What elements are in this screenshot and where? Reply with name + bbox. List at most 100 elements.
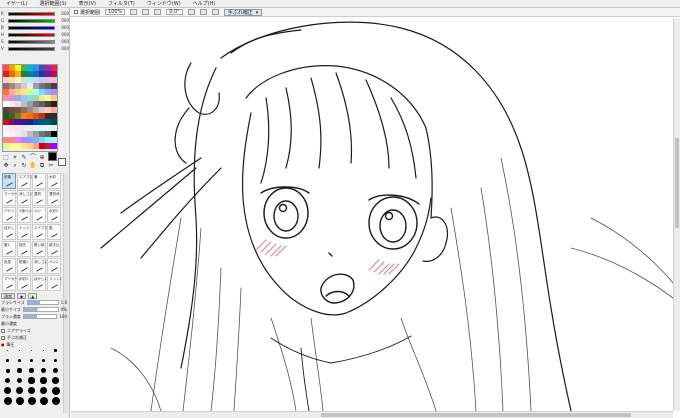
color-slider[interactable] [8,18,55,23]
brush-size-preset[interactable] [26,396,37,405]
shape-button[interactable]: ◆ [17,292,27,299]
brush-slot[interactable]: エアブラシ [32,224,51,240]
brush-size-preset[interactable] [38,346,49,355]
drawing-canvas[interactable] [71,18,673,411]
brush-size-preset[interactable] [38,386,49,395]
brush-size-preset[interactable] [26,366,37,375]
brush-slot[interactable]: ペン2 [47,258,61,274]
brush-size-preset[interactable] [26,376,37,385]
brush-slot[interactable]: 選択消 [47,190,61,206]
rotation-field[interactable]: 0.0° [166,9,183,15]
brush-size-preset[interactable] [50,386,61,395]
menu-item[interactable]: イヤー(L) [0,0,34,7]
density-slider[interactable] [22,314,58,319]
stabilizer-dropdown[interactable]: 手ぶれ補正 ▾ [223,8,263,16]
menu-item[interactable]: ウィンドウ(W) [141,0,187,7]
brush-size-preset[interactable] [14,386,25,395]
tool-icon[interactable]: ✂ [47,162,55,169]
brush-slot[interactable]: マーカー2 [2,275,20,291]
rotate-left-button[interactable] [187,9,195,15]
shape-button-2[interactable]: ▲ [28,292,38,299]
tool-icon[interactable]: ⌕ [11,162,19,169]
brush-size-preset[interactable] [2,386,13,395]
brush-size-preset[interactable] [38,396,49,405]
brush-slot[interactable]: 筆2 [2,241,16,257]
brush-size-preset[interactable] [2,396,13,405]
selection-checkbox[interactable] [74,10,78,14]
stabilizer-checkbox[interactable] [1,335,5,340]
brush-slot[interactable]: 選択 [32,190,46,206]
brush-slot[interactable]: 2値ペン [17,207,32,223]
brush-size-preset[interactable] [2,356,13,365]
brush-size-preset[interactable] [2,366,13,375]
zoom-out-button[interactable] [130,9,138,15]
brush-slot[interactable]: 水彩 [47,173,61,189]
brush-size-preset[interactable] [26,386,37,395]
brush-size-preset[interactable] [14,366,25,375]
background-color[interactable] [58,158,66,166]
brush-slot[interactable]: 鉛筆2 [17,258,31,274]
foreground-color[interactable] [48,152,57,161]
brush-size-preset[interactable] [50,396,61,405]
vertical-scrollbar[interactable] [673,18,680,411]
brush-size-preset[interactable] [14,346,25,355]
horizontal-scroll-thumb[interactable] [321,413,631,417]
brush-size-preset[interactable] [14,396,25,405]
tool-icon[interactable]: ⌖ [11,154,19,161]
tool-icon[interactable]: ⊕ [38,154,46,161]
zoom-field[interactable]: 100% [105,9,126,15]
menu-item[interactable]: フィルタ(T) [102,0,141,7]
brush-slot[interactable]: バケツ [2,207,16,223]
flip-button[interactable] [211,9,219,15]
antialias-checkbox[interactable] [1,328,5,333]
color-slider[interactable] [8,39,55,44]
tool-icon[interactable]: ✥ [2,162,10,169]
color-slider[interactable] [8,46,55,51]
brush-slot[interactable]: 色混 [2,258,16,274]
menu-item[interactable]: 選択範囲(S) [34,0,73,7]
brush-slot[interactable]: 鉛筆 [2,173,16,189]
tool-icon[interactable]: ⬚ [2,154,10,161]
tool-icon[interactable]: ✋ [29,162,37,169]
tool-icon[interactable]: ✎ [20,154,28,161]
brush-slot[interactable]: エアブラシ [17,173,36,189]
brush-slot[interactable]: マーカー [2,190,18,206]
zoom-in-button[interactable] [142,9,150,15]
brush-size-preset[interactable] [26,356,37,365]
brush-slot[interactable]: ドット2 [47,275,62,291]
min-size-slider[interactable] [22,307,59,312]
brush-size-preset[interactable] [38,376,49,385]
brush-slot[interactable]: 墨 [47,224,61,240]
zoom-reset-button[interactable] [154,9,162,15]
brush-slot[interactable]: 筆 [32,173,46,189]
tool-icon[interactable]: ↻ [20,162,28,169]
brush-slot[interactable]: 水彩2 [47,207,61,223]
brush-slot[interactable]: ぼかし [2,224,16,240]
brush-slot[interactable]: 消しゴム [17,190,33,206]
brush-size-preset[interactable] [50,366,61,375]
brush-size-preset[interactable] [38,366,49,375]
brush-size-preset[interactable] [50,356,61,365]
color-slider[interactable] [8,32,55,37]
brush-size-preset[interactable] [2,376,13,385]
menu-item[interactable]: 表示(V) [73,0,102,7]
brush-slot[interactable]: 消しゴム2 [32,258,50,274]
color-slider[interactable] [8,11,55,16]
tool-icon[interactable]: ⧉ [38,162,46,169]
rotate-right-button[interactable] [199,9,207,15]
brush-size-slider[interactable] [26,300,59,305]
blend-mode-select[interactable]: 通常 [1,292,15,299]
brush-size-preset[interactable] [2,346,13,355]
brush-size-preset[interactable] [50,376,61,385]
horizontal-scrollbar[interactable] [71,411,673,418]
brush-size-preset[interactable] [38,356,49,365]
brush-size-preset[interactable] [50,346,61,355]
brush-slot[interactable]: ぼかし2 [32,275,47,291]
brush-slot[interactable]: ペン [32,207,46,223]
brush-size-preset[interactable] [26,346,37,355]
brush-slot[interactable]: 覆い焼 [32,241,46,257]
color-slider[interactable] [8,25,55,30]
selection-toggle[interactable]: 選択範囲 [74,9,100,16]
brush-slot[interactable]: 水彩3 [17,275,31,291]
brush-size-preset[interactable] [14,376,25,385]
